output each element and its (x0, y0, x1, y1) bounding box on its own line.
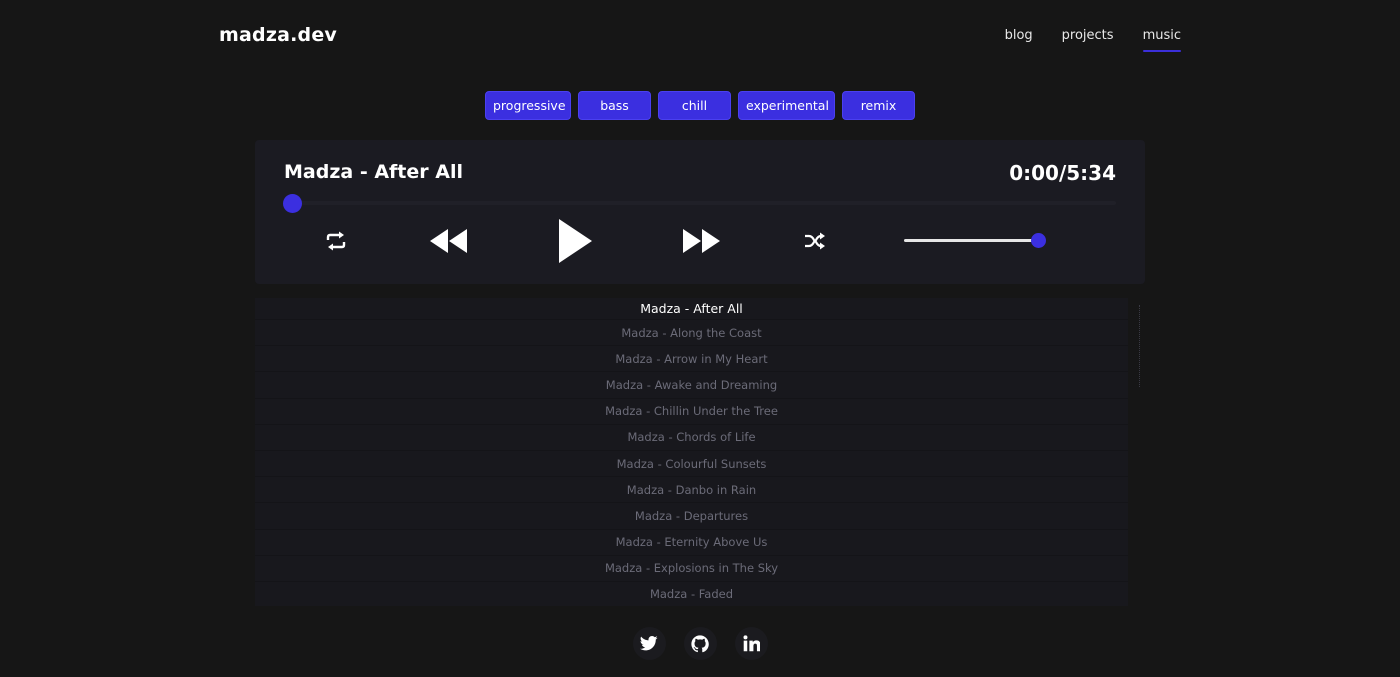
site-header: madza.dev blog projects music (219, 22, 1182, 58)
main-nav: blog projects music (976, 28, 1182, 52)
audio-player: Madza - After All 0:00/5:34 (255, 140, 1145, 284)
tag-experimental[interactable]: experimental (738, 91, 835, 120)
social-links (0, 627, 1400, 660)
playlist-item[interactable]: Madza - Eternity Above Us (255, 529, 1128, 556)
shuffle-icon[interactable] (804, 232, 826, 250)
site-logo[interactable]: madza.dev (219, 24, 337, 46)
github-icon (691, 634, 709, 652)
playlist-item[interactable]: Madza - Awake and Dreaming (255, 372, 1128, 399)
playlist-item[interactable]: Madza - Arrow in My Heart (255, 346, 1128, 373)
twitter-link[interactable] (632, 627, 666, 660)
nav-blog[interactable]: blog (1005, 28, 1033, 50)
nav-music[interactable]: music (1142, 28, 1182, 52)
playlist-item[interactable]: Madza - Explosions in The Sky (255, 555, 1128, 582)
playlist-item[interactable]: Madza - Colourful Sunsets (255, 450, 1128, 478)
fast-forward-icon[interactable] (681, 228, 721, 254)
progress-bar[interactable] (284, 201, 1116, 205)
playlist-item[interactable]: Madza - Danbo in Rain (255, 477, 1128, 504)
linkedin-link[interactable] (734, 627, 768, 660)
playlist-scrollbar[interactable] (1139, 305, 1142, 387)
tag-chill[interactable]: chill (658, 91, 731, 120)
genre-filter-bar: progressive bass chill experimental remi… (0, 91, 1400, 120)
playlist-item[interactable]: Madza - Faded (255, 581, 1128, 606)
repeat-icon[interactable] (325, 231, 347, 251)
progress-handle[interactable] (283, 194, 302, 213)
playlist-item[interactable]: Madza - Chillin Under the Tree (255, 398, 1128, 425)
tag-remix[interactable]: remix (842, 91, 915, 120)
playlist: Madza - After All Madza - Along the Coas… (255, 298, 1128, 606)
play-icon[interactable] (557, 218, 593, 264)
tag-progressive[interactable]: progressive (485, 91, 571, 120)
twitter-icon (640, 636, 658, 651)
now-playing-title: Madza - After All (284, 161, 463, 183)
playlist-item[interactable]: Madza - Departures (255, 503, 1128, 530)
volume-handle[interactable] (1031, 233, 1046, 248)
playlist-item[interactable]: Madza - Chords of Life (255, 424, 1128, 451)
nav-projects[interactable]: projects (1062, 28, 1114, 50)
playlist-item[interactable]: Madza - Along the Coast (255, 320, 1128, 347)
track-time: 0:00/5:34 (1009, 161, 1116, 185)
linkedin-icon (742, 635, 760, 652)
rewind-icon[interactable] (429, 228, 469, 254)
playlist-item-current[interactable]: Madza - After All (255, 298, 1128, 320)
volume-slider[interactable] (904, 239, 1040, 242)
github-link[interactable] (683, 627, 717, 660)
tag-bass[interactable]: bass (578, 91, 651, 120)
